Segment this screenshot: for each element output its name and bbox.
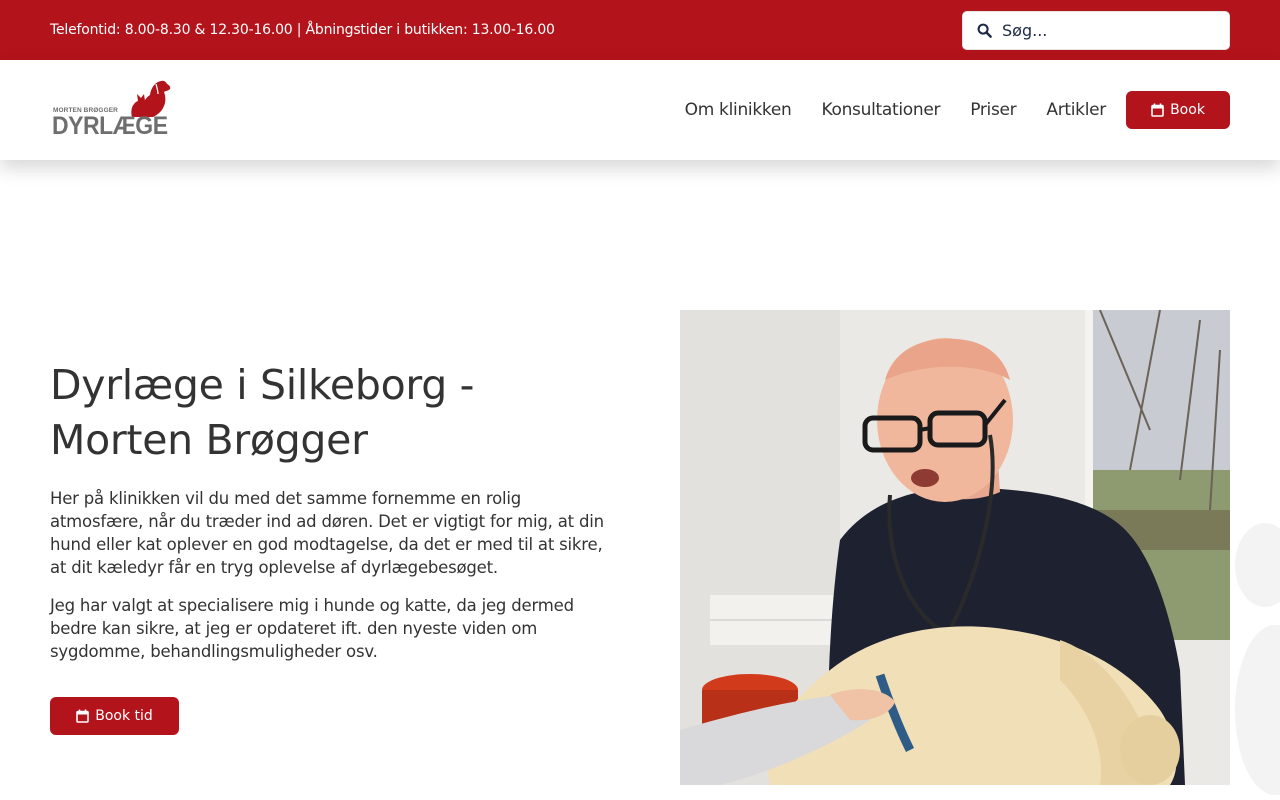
nav-item-artikler[interactable]: Artikler bbox=[1046, 100, 1106, 120]
intro-paragraph-1: Her på klinikken vil du med det samme fo… bbox=[50, 489, 604, 577]
nav-item-konsultationer[interactable]: Konsultationer bbox=[821, 100, 940, 120]
search-box[interactable] bbox=[962, 10, 1230, 50]
opening-hours-text: Telefontid: 8.00-8.30 & 12.30-16.00 | Åb… bbox=[50, 22, 555, 38]
paw-decoration-icon bbox=[1235, 523, 1280, 795]
intro-paragraph-2: Jeg har valgt at specialisere mig i hund… bbox=[50, 596, 574, 661]
vet-with-dog-photo bbox=[680, 310, 1230, 785]
nav-item-om-klinikken[interactable]: Om klinikken bbox=[685, 100, 792, 120]
calendar-icon bbox=[76, 709, 90, 723]
calendar-icon bbox=[1151, 103, 1164, 117]
main-nav: Om klinikken Konsultationer Priser Artik… bbox=[685, 91, 1230, 129]
nav-item-priser[interactable]: Priser bbox=[970, 100, 1016, 120]
site-header: MORTEN BRØGGER DYRLÆGE Om klinikken Kons… bbox=[0, 60, 1280, 160]
logo-big-text: DYRLÆGE bbox=[52, 112, 168, 140]
book-tid-button[interactable]: Book tid bbox=[50, 697, 179, 735]
top-bar: Telefontid: 8.00-8.30 & 12.30-16.00 | Åb… bbox=[0, 0, 1280, 60]
site-logo[interactable]: MORTEN BRØGGER DYRLÆGE bbox=[50, 79, 172, 141]
search-input[interactable] bbox=[1002, 20, 1202, 40]
book-button[interactable]: Book bbox=[1126, 91, 1230, 129]
book-button-label: Book bbox=[1170, 102, 1205, 118]
book-tid-label: Book tid bbox=[95, 708, 153, 724]
page-title: Dyrlæge i Silkeborg - Morten Brøgger bbox=[50, 361, 475, 464]
search-icon[interactable] bbox=[977, 23, 992, 38]
